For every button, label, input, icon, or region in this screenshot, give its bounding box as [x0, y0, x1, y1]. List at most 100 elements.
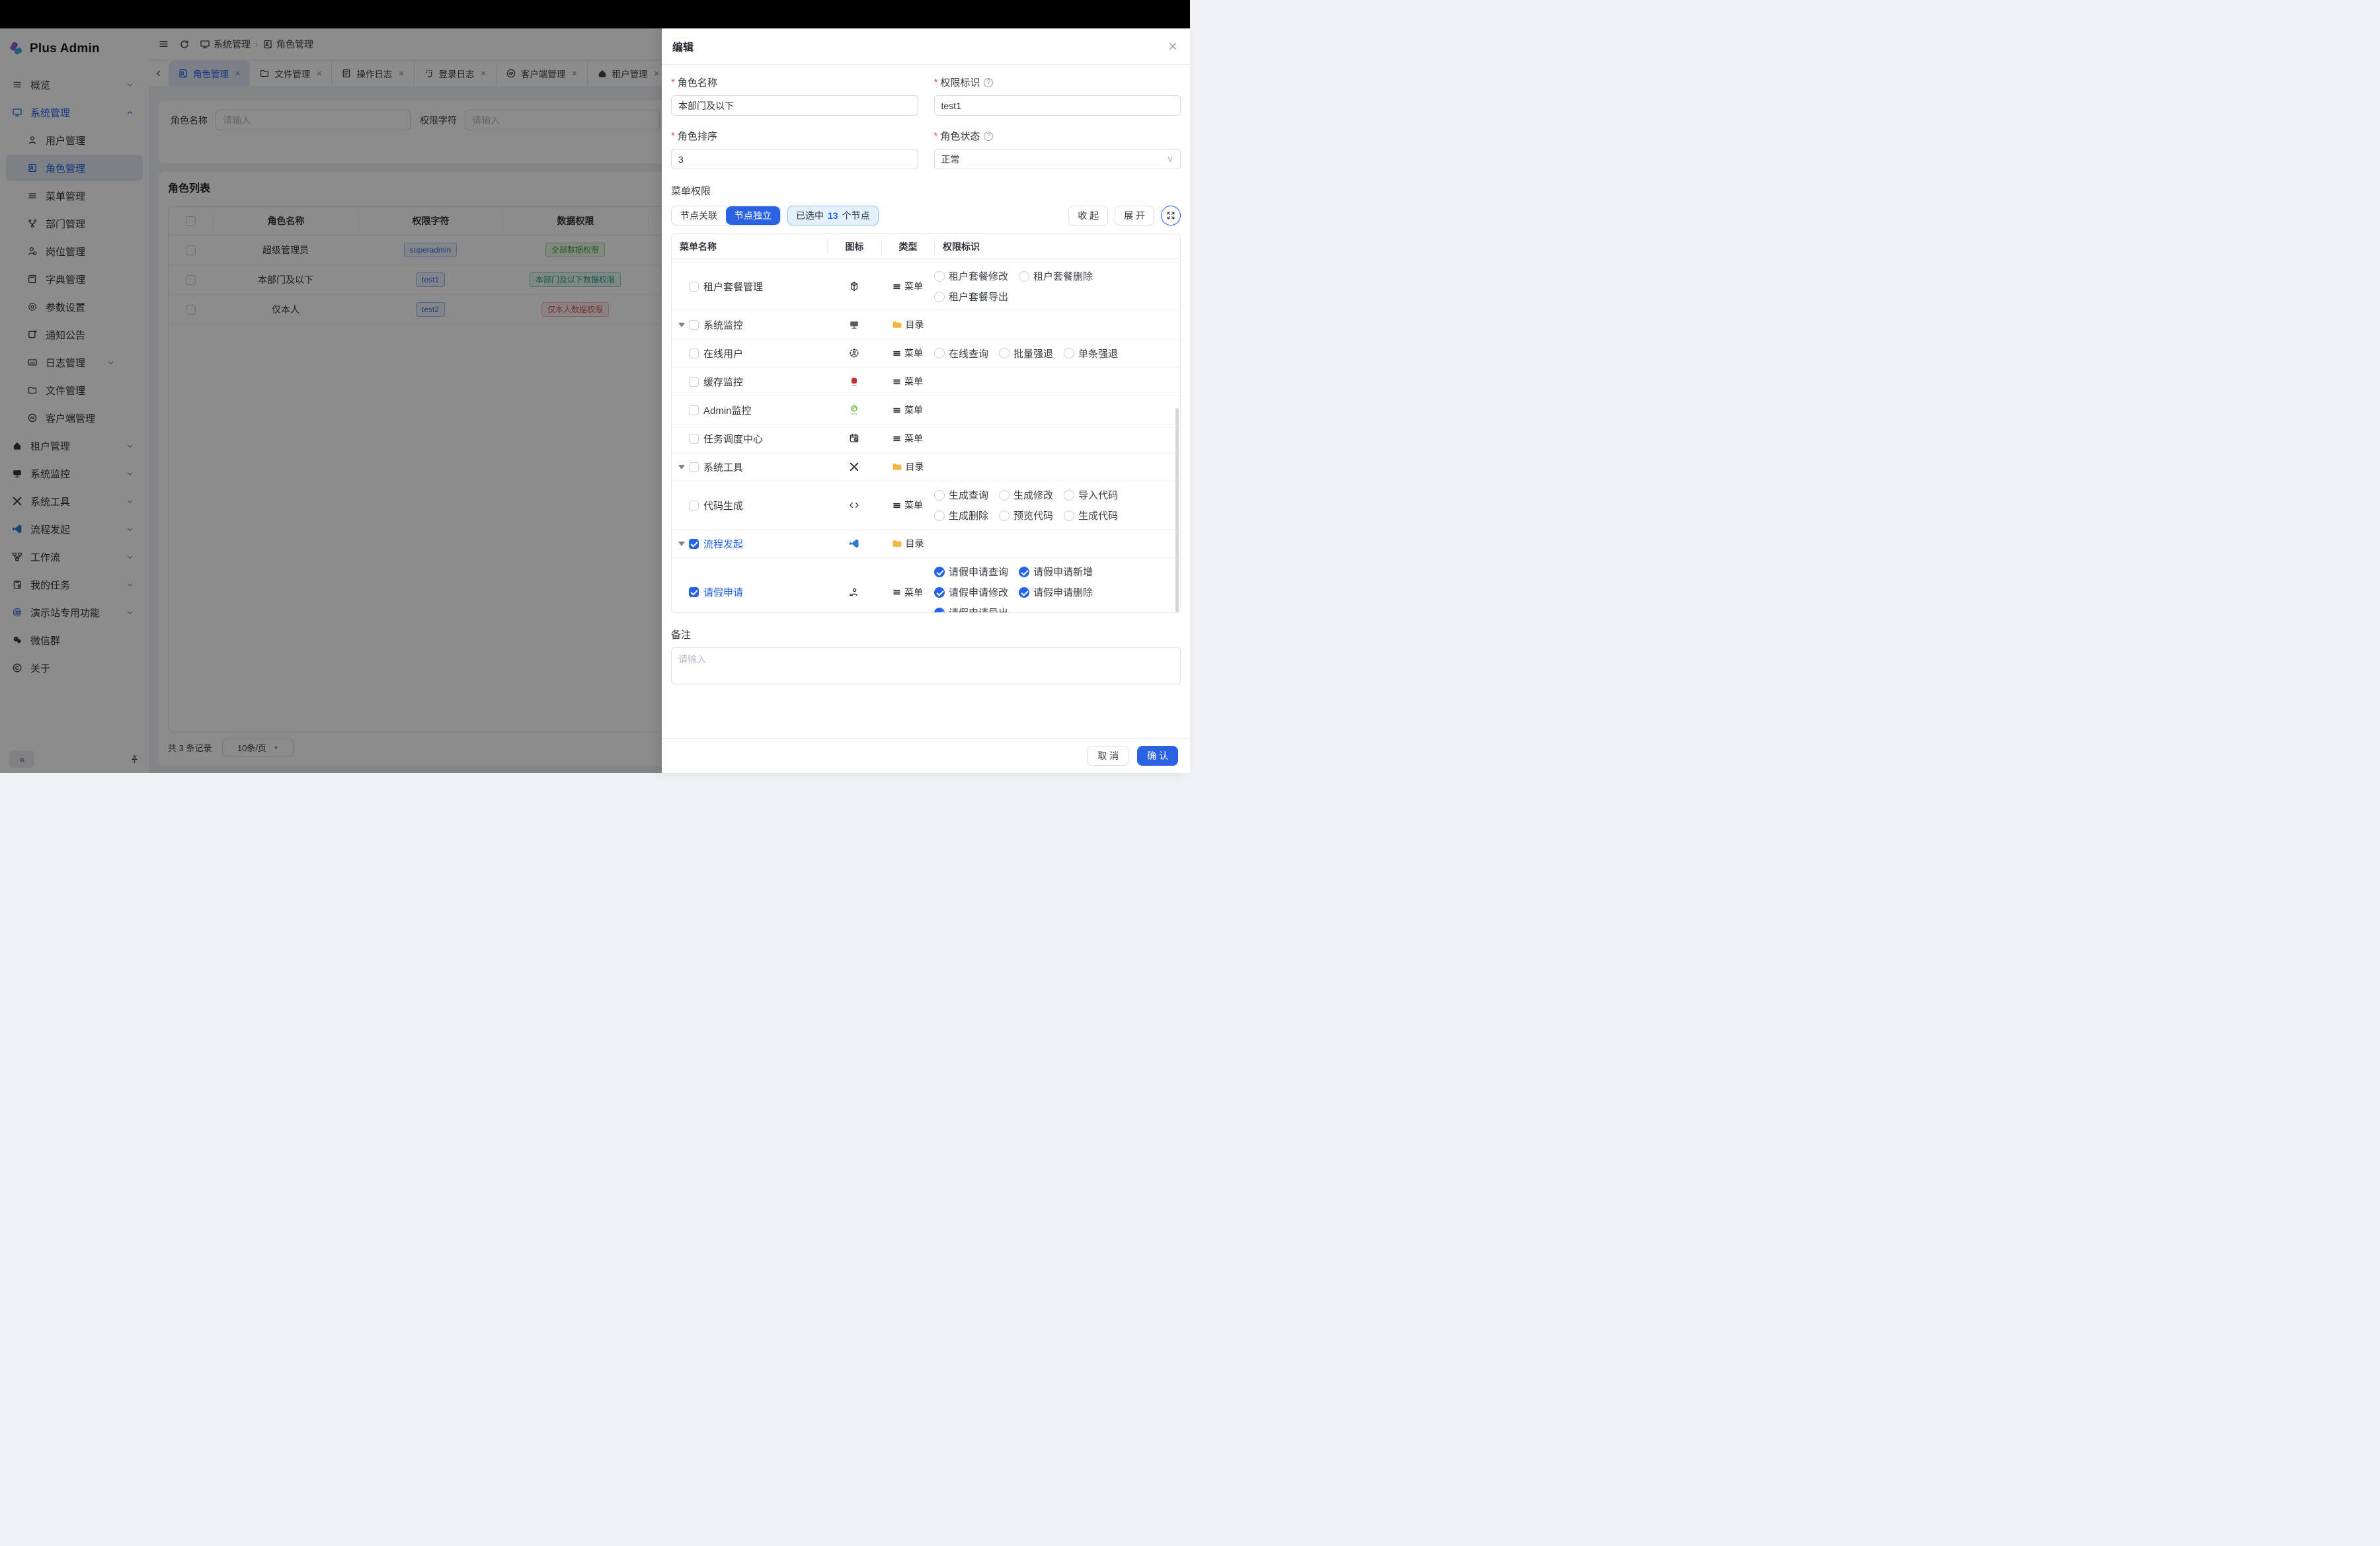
svg-text:spring: spring — [852, 413, 857, 415]
perm-checkbox[interactable] — [1064, 490, 1074, 501]
tree-node-checkbox[interactable] — [689, 282, 699, 292]
perm-item-请假申请查询: 请假申请查询 — [934, 565, 1008, 579]
chevron-down-icon: ∨ — [1167, 153, 1173, 165]
perm-checkbox[interactable] — [1019, 271, 1029, 282]
type-label: 菜单 — [904, 280, 923, 293]
tree-node-label[interactable]: 流程发起 — [703, 537, 743, 551]
tree-node-checkbox[interactable] — [689, 434, 699, 444]
help-icon[interactable]: ? — [984, 78, 993, 87]
tree-row-在线用户: 在线用户菜单在线查询批量强退单条强退 — [672, 339, 1180, 368]
tree-node-checkbox[interactable] — [689, 587, 699, 597]
perm-checkbox[interactable] — [934, 271, 945, 282]
perm-label: 预览代码 — [1013, 509, 1053, 522]
expand-arrow-icon[interactable] — [678, 542, 685, 546]
type-label: 菜单 — [904, 375, 923, 388]
type-label: 菜单 — [904, 346, 923, 360]
type-label: 菜单 — [904, 586, 923, 599]
perm-checkbox[interactable] — [934, 510, 945, 521]
tree-scrollbar-thumb[interactable] — [1175, 408, 1179, 612]
type-label: 菜单 — [904, 403, 923, 417]
tree-node-label[interactable]: 缓存监控 — [703, 375, 743, 389]
type-menu-icon — [892, 434, 901, 443]
cancel-button[interactable]: 取 消 — [1087, 746, 1129, 766]
perm-label: 导入代码 — [1078, 488, 1118, 502]
type-label: 菜单 — [904, 499, 923, 512]
perm-item-请假申请新增: 请假申请新增 — [1019, 565, 1093, 579]
package-icon — [849, 281, 859, 292]
role-name-input[interactable] — [671, 95, 918, 116]
perm-label: 请假申请新增 — [1033, 565, 1093, 579]
perm-item-生成删除: 生成删除 — [934, 509, 988, 522]
type-label: 目录 — [906, 318, 924, 331]
perm-key-input[interactable] — [934, 95, 1181, 116]
help-icon[interactable]: ? — [984, 132, 993, 141]
close-icon[interactable] — [1168, 41, 1178, 52]
perm-checkbox[interactable] — [999, 510, 1010, 521]
perm-label: 在线查询 — [949, 346, 988, 360]
tree-node-label[interactable]: 系统工具 — [703, 460, 743, 474]
type-menu-icon — [892, 588, 901, 596]
role-sort-input[interactable] — [671, 149, 918, 169]
tree-column-menu-name: 菜单名称 — [672, 239, 827, 254]
tree-node-label[interactable]: 请假申请 — [703, 585, 743, 599]
confirm-button[interactable]: 确 认 — [1137, 746, 1178, 766]
fullscreen-button[interactable] — [1161, 206, 1181, 225]
modal-overlay[interactable] — [0, 28, 662, 773]
tools-icon — [849, 462, 859, 472]
role-status-select[interactable]: 正常∨ — [934, 149, 1181, 169]
perm-item-请假申请导出: 请假申请导出 — [934, 606, 1008, 613]
perm-checkbox[interactable] — [934, 608, 945, 614]
perm-checkbox[interactable] — [1064, 510, 1074, 521]
perm-checkbox[interactable] — [999, 348, 1010, 358]
tree-node-label[interactable]: 代码生成 — [703, 499, 743, 512]
tree-node-label[interactable]: 系统监控 — [703, 318, 743, 332]
code-icon — [849, 500, 859, 510]
type-label: 目录 — [906, 537, 924, 550]
tree-row-请假申请: 请假申请菜单请假申请查询请假申请新增请假申请修改请假申请删除请假申请导出 — [672, 558, 1180, 613]
type-menu-icon — [892, 501, 901, 510]
perm-checkbox[interactable] — [1019, 567, 1029, 577]
schedule-icon — [849, 433, 859, 444]
perm-checkbox[interactable] — [934, 587, 945, 598]
perm-item-生成修改: 生成修改 — [999, 488, 1053, 502]
expand-all-button[interactable]: 展 开 — [1115, 206, 1154, 225]
perm-checkbox[interactable] — [999, 490, 1010, 501]
tree-node-checkbox[interactable] — [689, 462, 699, 472]
required-asterisk: * — [671, 77, 675, 88]
remark-textarea[interactable] — [671, 647, 1181, 684]
spring-icon: spring — [849, 405, 859, 415]
type-label: 目录 — [906, 460, 924, 473]
menu-perm-title: 菜单权限 — [671, 184, 1181, 198]
perm-checkbox[interactable] — [1019, 587, 1029, 598]
expand-arrow-icon[interactable] — [678, 323, 685, 327]
perm-checkbox[interactable] — [934, 292, 945, 302]
expand-arrow-icon[interactable] — [678, 465, 685, 469]
selected-count: 13 — [828, 210, 838, 221]
collapse-all-button[interactable]: 收 起 — [1068, 206, 1108, 225]
perm-item-在线查询: 在线查询 — [934, 346, 988, 360]
tree-node-label[interactable]: Admin监控 — [703, 403, 752, 417]
perm-item-生成查询: 生成查询 — [934, 488, 988, 502]
perm-checkbox[interactable] — [1064, 348, 1074, 358]
perm-checkbox[interactable] — [934, 490, 945, 501]
perm-item-租户套餐删除: 租户套餐删除 — [1019, 269, 1093, 283]
perm-checkbox[interactable] — [934, 567, 945, 577]
tree-node-checkbox[interactable] — [689, 405, 699, 415]
perm-item-请假申请修改: 请假申请修改 — [934, 585, 1008, 599]
type-menu-icon — [892, 349, 901, 358]
tree-node-label[interactable]: 任务调度中心 — [703, 432, 763, 446]
tree-node-checkbox[interactable] — [689, 377, 699, 387]
perm-checkbox[interactable] — [934, 348, 945, 358]
tree-row-任务调度中心: 任务调度中心菜单 — [672, 425, 1180, 453]
tree-node-checkbox[interactable] — [689, 320, 699, 330]
edit-drawer: 编辑 *角色名称 *权限标识? *角色排序 *角色状态? 正常∨ — [662, 28, 1190, 773]
tree-node-checkbox[interactable] — [689, 348, 699, 358]
tree-column-type: 类型 — [881, 239, 934, 254]
segment-节点独立[interactable]: 节点独立 — [726, 206, 780, 225]
tree-node-checkbox[interactable] — [689, 501, 699, 510]
segment-节点关联[interactable]: 节点关联 — [672, 206, 726, 225]
tree-node-checkbox[interactable] — [689, 539, 699, 549]
tree-node-label[interactable]: 租户套餐管理 — [703, 280, 763, 294]
tree-node-label[interactable]: 在线用户 — [703, 346, 743, 360]
field-role-name: *角色名称 — [671, 75, 918, 116]
